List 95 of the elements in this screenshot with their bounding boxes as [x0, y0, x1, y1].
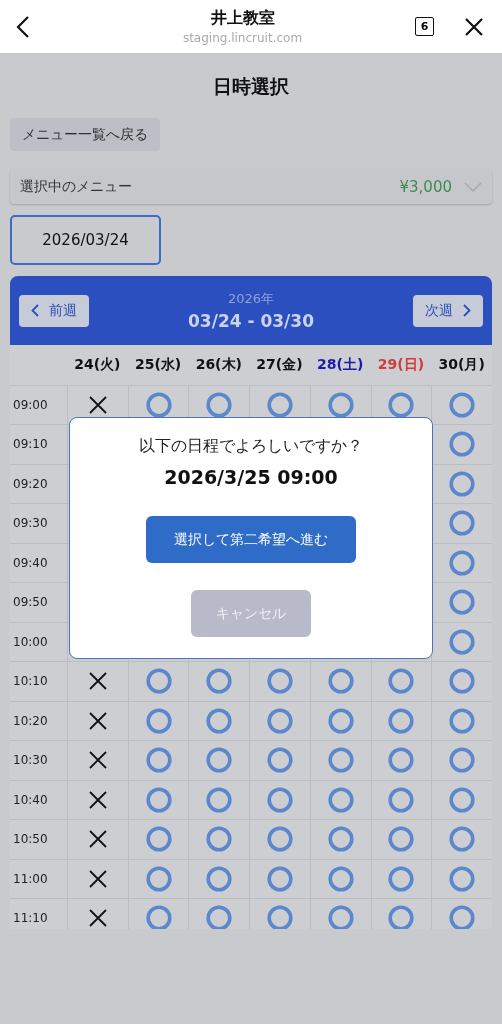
available-slot-icon[interactable]	[206, 747, 233, 774]
menu-price: ¥3,000	[399, 177, 452, 196]
available-slot-icon[interactable]	[145, 826, 172, 853]
available-slot-icon[interactable]	[267, 668, 293, 695]
available-slot-icon[interactable]	[388, 747, 415, 774]
available-slot-icon[interactable]	[206, 826, 233, 853]
day-header: 26(木)	[194, 354, 243, 374]
available-slot-icon[interactable]	[267, 826, 293, 853]
page-title: 日時選択	[213, 74, 289, 99]
available-slot-icon[interactable]	[388, 865, 415, 892]
available-slot-icon[interactable]	[327, 826, 354, 853]
time-label: 10:30	[10, 740, 67, 780]
time-label: 10:00	[10, 621, 67, 661]
available-slot-icon[interactable]	[449, 431, 476, 458]
time-label: 09:50	[10, 582, 67, 622]
time-label: 09:30	[10, 503, 67, 543]
available-slot-icon[interactable]	[206, 707, 233, 734]
available-slot-icon[interactable]	[449, 747, 476, 774]
time-label: 10:10	[10, 661, 67, 701]
available-slot-icon[interactable]	[449, 510, 476, 537]
prev-week-button[interactable]: 前週	[19, 294, 89, 327]
app-title: 井上教室	[210, 8, 275, 29]
available-slot-icon[interactable]	[327, 668, 354, 695]
time-label: 10:20	[10, 700, 67, 740]
available-slot-icon[interactable]	[449, 707, 476, 734]
available-slot-icon[interactable]	[206, 865, 233, 892]
time-label: 10:50	[10, 819, 67, 859]
dialog-message: 以下の日程でよろしいですか？	[139, 436, 363, 457]
available-slot-icon[interactable]	[327, 905, 354, 929]
available-slot-icon[interactable]	[267, 865, 293, 892]
available-slot-icon[interactable]	[388, 905, 415, 929]
day-header: 28(土)	[316, 354, 365, 374]
chevron-left-icon	[31, 304, 39, 317]
day-header: 25(水)	[133, 354, 183, 374]
available-slot-icon[interactable]	[145, 786, 172, 813]
week-range: 03/24 - 03/30	[188, 311, 314, 331]
tab-count[interactable]: 6	[415, 17, 434, 36]
available-slot-icon[interactable]	[388, 786, 415, 813]
available-slot-icon[interactable]	[145, 707, 172, 734]
next-week-button[interactable]: 次週	[413, 294, 483, 327]
available-slot-icon[interactable]	[206, 905, 233, 929]
available-slot-icon[interactable]	[388, 668, 415, 695]
available-slot-icon[interactable]	[449, 470, 476, 497]
available-slot-icon[interactable]	[449, 905, 476, 929]
available-slot-icon[interactable]	[449, 865, 476, 892]
available-slot-icon[interactable]	[449, 391, 476, 418]
available-slot-icon[interactable]	[145, 865, 172, 892]
dialog-datetime: 2026/3/25 09:00	[164, 466, 338, 488]
available-slot-icon[interactable]	[449, 589, 476, 616]
available-slot-icon[interactable]	[449, 826, 476, 853]
day-header: 29(日)	[376, 354, 426, 374]
available-slot-icon[interactable]	[267, 707, 293, 734]
year-text: 2026年	[227, 290, 275, 308]
available-slot-icon[interactable]	[449, 628, 476, 655]
time-label: 09:20	[10, 463, 67, 503]
time-label: 09:10	[10, 424, 67, 464]
url-text: staging.lincruit.com	[182, 31, 303, 45]
day-header: 24(火)	[73, 354, 122, 374]
menu-label: 選択中のメニュー	[20, 177, 133, 196]
time-label: 11:00	[10, 858, 67, 898]
available-slot-icon[interactable]	[145, 668, 172, 695]
close-icon[interactable]	[464, 16, 484, 37]
date-field[interactable]: 2026/03/24	[10, 215, 161, 265]
back-to-menu-button[interactable]: メニュー一覧へ戻る	[10, 118, 160, 151]
available-slot-icon[interactable]	[388, 707, 415, 734]
available-slot-icon[interactable]	[145, 747, 172, 774]
available-slot-icon[interactable]	[206, 391, 233, 418]
available-slot-icon[interactable]	[327, 865, 354, 892]
available-slot-icon[interactable]	[449, 668, 476, 695]
available-slot-icon[interactable]	[388, 826, 415, 853]
available-slot-icon[interactable]	[267, 747, 293, 774]
available-slot-icon[interactable]	[327, 391, 354, 418]
time-label: 09:00	[10, 384, 67, 424]
day-header: 30(月)	[437, 354, 486, 374]
confirm-button[interactable]: 選択して第二希望へ進む	[146, 516, 356, 563]
time-label: 09:40	[10, 542, 67, 582]
available-slot-icon[interactable]	[327, 747, 354, 774]
back-icon[interactable]	[16, 14, 30, 39]
available-slot-icon[interactable]	[145, 905, 172, 929]
available-slot-icon[interactable]	[327, 707, 354, 734]
available-slot-icon[interactable]	[145, 391, 172, 418]
available-slot-icon[interactable]	[206, 786, 233, 813]
available-slot-icon[interactable]	[449, 786, 476, 813]
day-header: 27(金)	[255, 354, 304, 374]
time-label: 11:10	[10, 898, 67, 929]
available-slot-icon[interactable]	[327, 786, 354, 813]
available-slot-icon[interactable]	[388, 391, 415, 418]
time-label: 10:40	[10, 779, 67, 819]
available-slot-icon[interactable]	[267, 786, 293, 813]
chevron-right-icon	[463, 304, 471, 317]
available-slot-icon[interactable]	[449, 549, 476, 576]
menu-dropdown[interactable]: 選択中のメニュー ¥3,000	[10, 169, 492, 204]
available-slot-icon[interactable]	[206, 668, 233, 695]
available-slot-icon[interactable]	[267, 905, 293, 929]
available-slot-icon[interactable]	[267, 391, 293, 418]
